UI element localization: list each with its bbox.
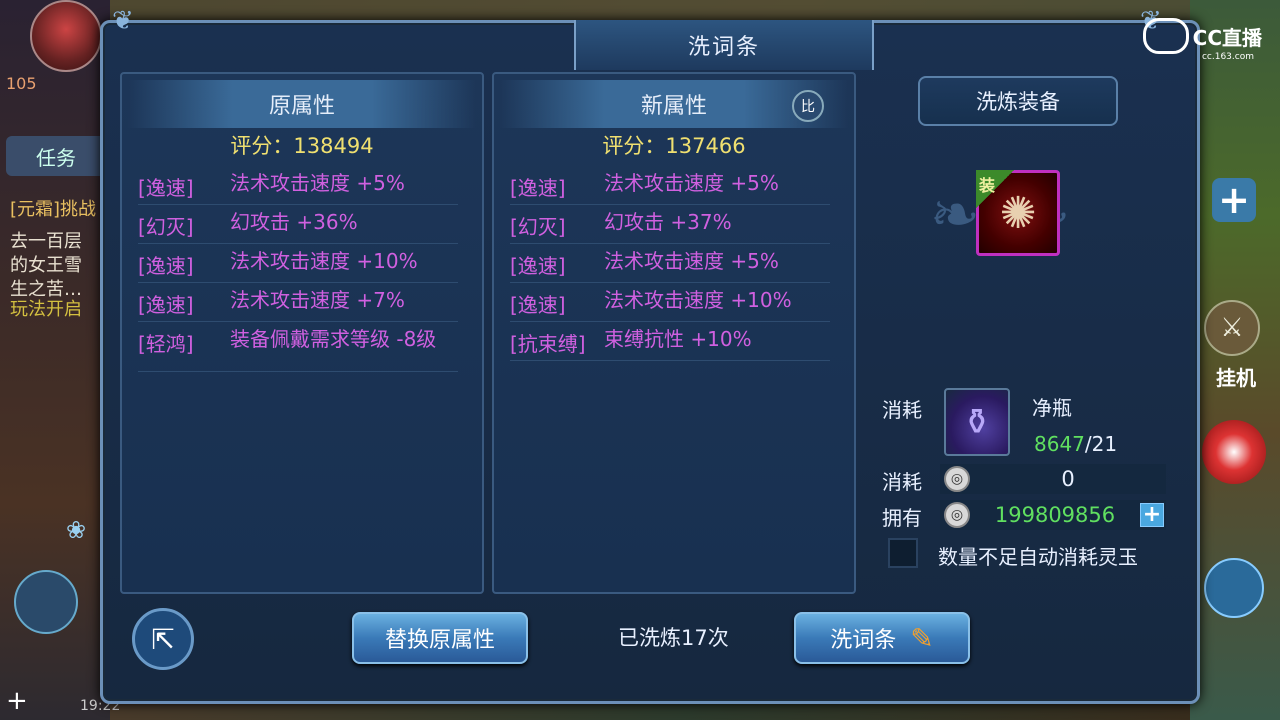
skill-button-icon[interactable]	[1204, 558, 1264, 618]
skill-orb-icon[interactable]	[1202, 420, 1266, 484]
new-attr-list: [逸速] 法术攻击速度 +5% [幻灭] 幻攻击 +37% [逸速] 法术攻击速…	[510, 166, 830, 361]
attr-value: 装备佩戴需求等级 -8级	[230, 327, 437, 351]
compare-button[interactable]: 比	[792, 90, 824, 122]
coin-cost-label: 消耗	[882, 470, 922, 494]
original-score: 评分：138494	[230, 134, 374, 158]
material-name: 净瓶	[1032, 396, 1072, 420]
chat-line: 去一百层	[10, 231, 82, 252]
coin-cost-value: 0	[1061, 467, 1075, 491]
replace-attributes-button[interactable]: 替换原属性	[352, 612, 528, 664]
auto-battle-label[interactable]: 挂机	[1216, 362, 1256, 391]
original-header: 原属性	[128, 80, 476, 128]
attr-row: [逸速] 法术攻击速度 +7%	[138, 283, 458, 322]
reroll-button[interactable]: 洗词条 ✎	[794, 612, 970, 664]
material-have: 8647	[1034, 432, 1085, 456]
attr-row: [逸速] 法术攻击速度 +5%	[510, 166, 830, 205]
panel-title: 洗词条	[687, 35, 760, 60]
attr-row: [轻鸿] 装备佩戴需求等级 -8级	[138, 322, 458, 372]
auto-consume-label: 数量不足自动消耗灵玉	[938, 545, 1138, 569]
attr-value: 法术攻击速度 +5%	[604, 171, 779, 195]
coin-have-row: ◎ 199809856 +	[940, 500, 1166, 530]
share-icon: ⇱	[151, 622, 175, 656]
attr-tag: [逸速]	[510, 176, 566, 200]
material-need: /21	[1084, 432, 1118, 456]
task-tab[interactable]: 任务	[6, 136, 106, 176]
butterfly-decoration-icon: ❀	[66, 516, 87, 544]
bottom-plus-icon[interactable]: +	[6, 686, 28, 716]
attr-tag: [幻灭]	[510, 215, 566, 239]
silver-coin-icon: ◎	[944, 466, 970, 492]
attr-value: 法术攻击速度 +10%	[604, 288, 792, 312]
watermark-text: CC直播	[1192, 25, 1262, 50]
panel-header: 洗词条	[100, 20, 1200, 80]
attr-tag: [抗束缚]	[510, 332, 586, 356]
coin-have-value: 199809856	[994, 503, 1116, 527]
attr-value: 法术攻击速度 +10%	[230, 249, 418, 273]
attr-row: [幻灭] 幻攻击 +36%	[138, 205, 458, 244]
cloud-logo-icon	[1142, 18, 1189, 54]
chat-line: 玩法开启	[10, 299, 82, 320]
material-count: 8647/21	[1034, 432, 1117, 456]
expand-plus-icon[interactable]: +	[1212, 178, 1256, 222]
watermark-url: cc.163.com	[1201, 52, 1254, 62]
top-status-strip	[0, 0, 1280, 22]
attr-tag: [逸速]	[510, 254, 566, 278]
equip-header: 洗炼装备	[918, 76, 1118, 126]
joystick[interactable]	[14, 570, 78, 634]
attr-tag: [逸速]	[510, 293, 566, 317]
crossed-swords-icon[interactable]: ⚔	[1204, 300, 1260, 356]
add-coin-icon[interactable]: +	[1140, 503, 1164, 527]
auto-consume-checkbox[interactable]	[888, 538, 918, 568]
coin-have-label: 拥有	[882, 506, 922, 530]
attr-value: 幻攻击 +36%	[230, 210, 358, 234]
original-attr-list: [逸速] 法术攻击速度 +5% [幻灭] 幻攻击 +36% [逸速] 法术攻击速…	[138, 166, 458, 372]
attr-row: [逸速] 法术攻击速度 +10%	[138, 244, 458, 283]
brush-icon: ✎	[910, 621, 934, 655]
reroll-count: 已洗炼17次	[618, 626, 729, 650]
attr-value: 束缚抗性 +10%	[604, 327, 752, 351]
stream-watermark: CC直播	[1142, 18, 1262, 54]
attr-tag: [逸速]	[138, 293, 194, 317]
attr-tag: [幻灭]	[138, 215, 194, 239]
silver-coin-icon: ◎	[944, 502, 970, 528]
attr-value: 法术攻击速度 +5%	[604, 249, 779, 273]
attr-value: 法术攻击速度 +5%	[230, 171, 405, 195]
chat-line: 的女王雪	[10, 255, 82, 276]
new-score: 评分：137466	[602, 134, 746, 158]
chat-line: [元霜]挑战	[10, 199, 97, 220]
coin-cost-row: ◎ 0	[940, 464, 1166, 494]
attr-value: 幻攻击 +37%	[604, 210, 732, 234]
attr-tag: [逸速]	[138, 254, 194, 278]
title-bar: 洗词条	[574, 20, 874, 70]
player-level: 105	[6, 74, 37, 93]
material-slot[interactable]: ⚱	[944, 388, 1010, 456]
attr-row: [幻灭] 幻攻击 +37%	[510, 205, 830, 244]
attr-row: [逸速] 法术攻击速度 +5%	[138, 166, 458, 205]
player-avatar[interactable]	[30, 0, 102, 72]
attr-row: [逸速] 法术攻击速度 +10%	[510, 283, 830, 322]
attr-row: [抗束缚] 束缚抗性 +10%	[510, 322, 830, 361]
attr-row: [逸速] 法术攻击速度 +5%	[510, 244, 830, 283]
new-attributes-panel: 新属性 比 评分：137466 [逸速] 法术攻击速度 +5% [幻灭] 幻攻击…	[492, 72, 856, 594]
attr-tag: [逸速]	[138, 176, 194, 200]
purified-vase-icon: ⚱	[961, 401, 993, 443]
share-button[interactable]: ⇱	[132, 608, 194, 670]
cost-label: 消耗	[882, 398, 922, 422]
attr-tag: [轻鸿]	[138, 332, 194, 356]
equipped-badge: 装	[976, 170, 1014, 208]
original-attributes-panel: 原属性 评分：138494 [逸速] 法术攻击速度 +5% [幻灭] 幻攻击 +…	[120, 72, 484, 594]
attr-value: 法术攻击速度 +7%	[230, 288, 405, 312]
reroll-label: 洗词条	[830, 628, 897, 653]
